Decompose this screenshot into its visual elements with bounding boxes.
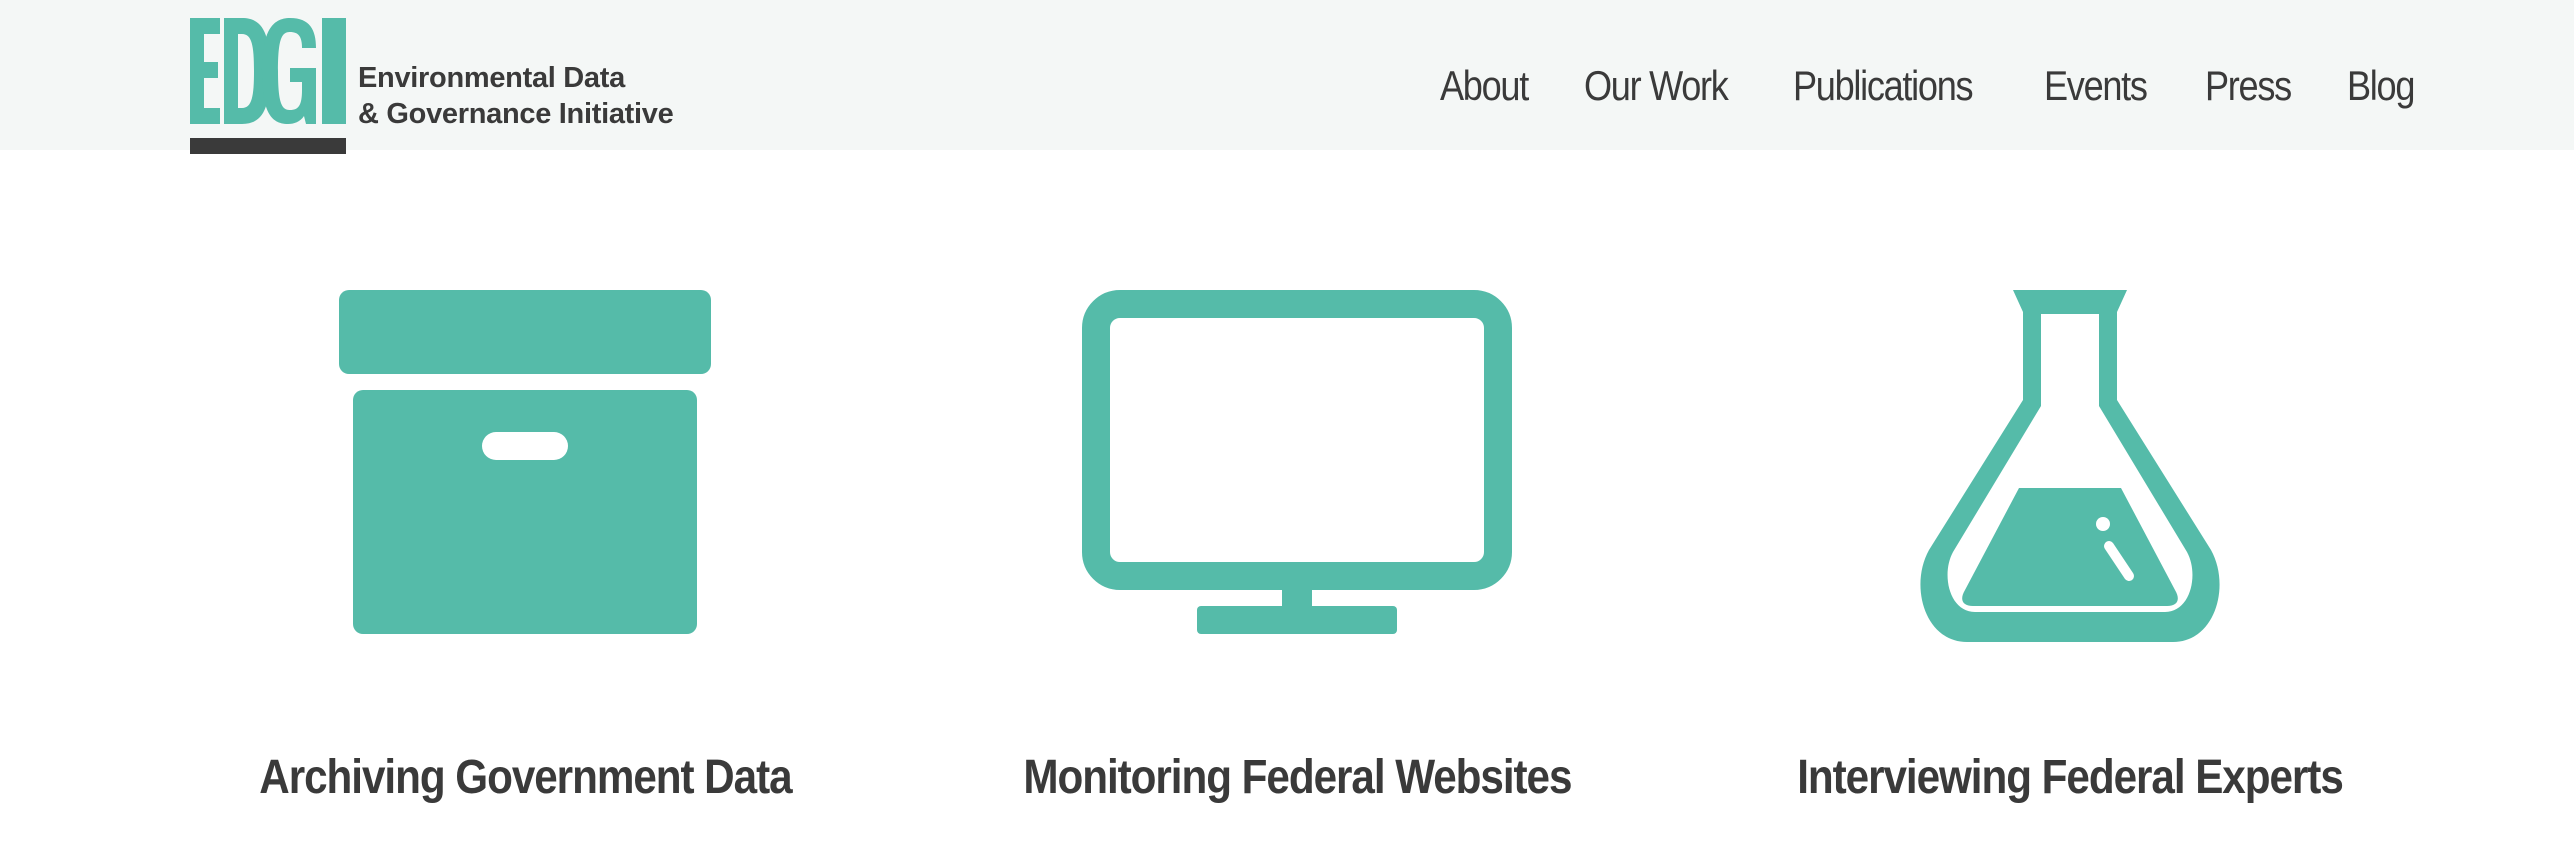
feature-row: Archiving Government Data Monitoring Fed… — [0, 150, 2574, 848]
archive-box-icon — [339, 290, 711, 639]
logo-line-2: & Governance Initiative — [358, 98, 674, 130]
nav-blog[interactable]: Blog — [2347, 62, 2415, 110]
nav-events[interactable]: Events — [2044, 62, 2148, 110]
nav-publications[interactable]: Publications — [1793, 62, 1974, 110]
nav-our-work[interactable]: Our Work — [1584, 62, 1729, 110]
feature-title: Interviewing Federal Experts — [1797, 751, 2344, 804]
feature-title: Monitoring Federal Websites — [1022, 751, 1572, 804]
edgi-logo-mark — [190, 18, 346, 124]
main-nav: About Our Work Publications Events Press… — [1440, 56, 2415, 116]
logo-line-1: Environmental Data — [358, 62, 625, 94]
flask-icon — [1915, 290, 2225, 647]
edgi-logo-link[interactable]: Environmental Data & Governance Initiati… — [190, 18, 700, 156]
nav-press[interactable]: Press — [2205, 62, 2292, 110]
feature-monitoring[interactable]: Monitoring Federal Websites — [947, 150, 1647, 848]
nav-about[interactable]: About — [1440, 62, 1529, 110]
site-header: Environmental Data & Governance Initiati… — [0, 0, 2574, 154]
feature-title: Archiving Government Data — [258, 751, 792, 804]
edgi-logo-icon — [190, 18, 346, 124]
logo-wordmark: Environmental Data & Governance Initiati… — [358, 60, 698, 132]
feature-interviewing[interactable]: Interviewing Federal Experts — [1720, 150, 2420, 848]
monitor-icon — [1082, 290, 1512, 639]
feature-archiving[interactable]: Archiving Government Data — [175, 150, 875, 848]
